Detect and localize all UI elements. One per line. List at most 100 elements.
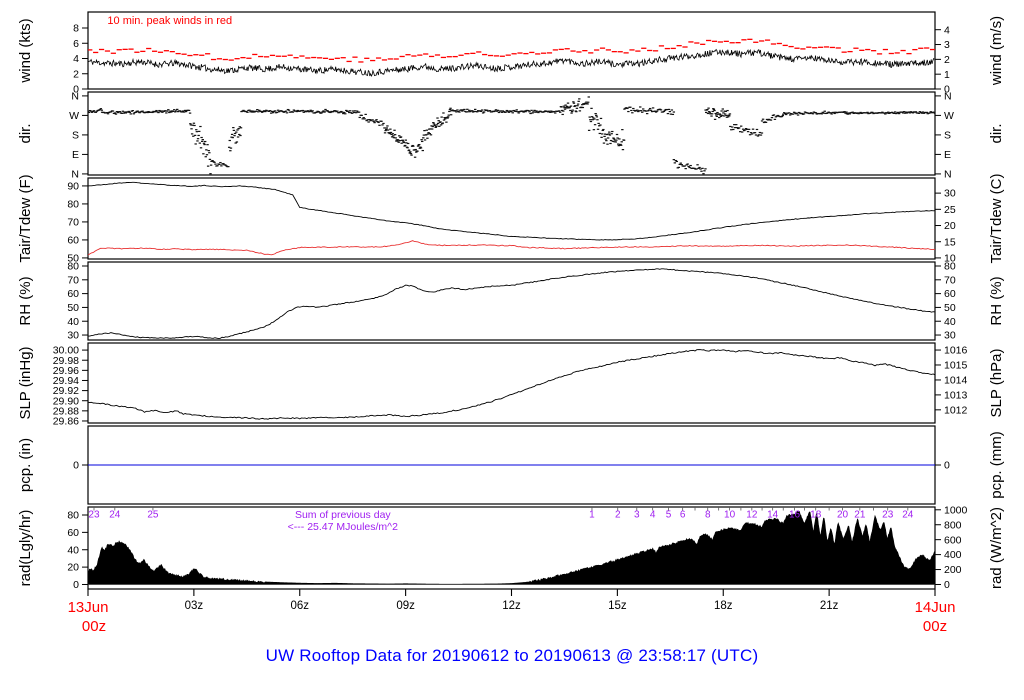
svg-text:4: 4 <box>650 510 656 521</box>
panel-temp-frame <box>87 177 936 260</box>
svg-text:dir.: dir. <box>17 123 34 143</box>
panel-dir: NESWNNESWNdir. dir. <box>17 91 1005 181</box>
svg-text:wind (kts): wind (kts) <box>17 18 34 83</box>
svg-text:Tair/Tdew (C): Tair/Tdew (C) <box>988 173 1005 263</box>
svg-text:6: 6 <box>680 510 686 521</box>
svg-text:10: 10 <box>724 510 736 521</box>
svg-text:21z: 21z <box>820 600 839 612</box>
svg-text:rad(Lgly/hr): rad(Lgly/hr) <box>17 510 34 587</box>
svg-text:E: E <box>72 149 79 161</box>
svg-text:80: 80 <box>67 510 79 522</box>
svg-text:0: 0 <box>73 460 79 472</box>
svg-text:SLP (hPa): SLP (hPa) <box>988 349 1005 418</box>
svg-text:25: 25 <box>147 510 159 521</box>
trace-sea-level-pressure <box>88 349 935 420</box>
svg-text:12z: 12z <box>502 600 521 612</box>
svg-text:8: 8 <box>705 510 711 521</box>
svg-text:80: 80 <box>67 199 79 211</box>
svg-text:Sum of previous day: Sum of previous day <box>295 509 391 521</box>
svg-text:30: 30 <box>944 330 956 342</box>
svg-text:09z: 09z <box>396 600 415 612</box>
meteogram-plot: 0246801234wind (kts) wind (m/s)10 min. pe… <box>17 11 1005 635</box>
svg-text:21: 21 <box>854 510 866 521</box>
trace-solar-radiation <box>88 510 935 585</box>
svg-text:24: 24 <box>109 510 121 521</box>
svg-text:12: 12 <box>746 510 758 521</box>
svg-text:30.00: 30.00 <box>53 345 79 357</box>
svg-text:SLP (inHg): SLP (inHg) <box>17 346 34 419</box>
svg-text:1: 1 <box>944 69 950 81</box>
svg-text:1014: 1014 <box>944 375 968 387</box>
svg-text:50: 50 <box>944 302 956 314</box>
svg-text:24: 24 <box>902 510 914 521</box>
svg-text:N: N <box>944 91 952 103</box>
svg-text:rad (W/m^2): rad (W/m^2) <box>988 507 1005 589</box>
svg-text:20: 20 <box>67 562 79 574</box>
svg-text:S: S <box>944 130 951 142</box>
trace-wind-speed <box>88 48 935 77</box>
svg-text:0: 0 <box>73 579 79 591</box>
svg-text:15z: 15z <box>608 600 627 612</box>
svg-text:30: 30 <box>944 188 956 200</box>
svg-text:1: 1 <box>589 510 595 521</box>
svg-text:20: 20 <box>944 220 956 232</box>
panel-slp-frame <box>87 342 936 424</box>
svg-text:50: 50 <box>67 302 79 314</box>
panel-wind: 0246801234wind (kts) wind (m/s)10 min. pe… <box>17 11 1005 96</box>
svg-text:60: 60 <box>67 527 79 539</box>
svg-text:60: 60 <box>67 288 79 300</box>
svg-text:<--- 25.47 MJoules/m^2: <--- 25.47 MJoules/m^2 <box>288 521 398 533</box>
svg-text:80: 80 <box>944 261 956 273</box>
panel-temp: 50607080901015202530Tair/Tdew (F) Tair/Td… <box>17 173 1005 264</box>
svg-text:N: N <box>71 169 79 181</box>
svg-text:40: 40 <box>944 316 956 328</box>
svg-text:15: 15 <box>944 236 956 248</box>
svg-text:1016: 1016 <box>944 345 968 357</box>
svg-text:2: 2 <box>944 54 950 66</box>
svg-text:0: 0 <box>944 460 950 472</box>
svg-text:8: 8 <box>73 23 79 35</box>
radiation-sum-annotation: Sum of previous day<--- 25.47 MJoules/m^… <box>288 509 398 533</box>
svg-text:60: 60 <box>67 235 79 247</box>
trace-air-temperature <box>88 181 935 241</box>
svg-text:60: 60 <box>944 288 956 300</box>
svg-text:3: 3 <box>944 39 950 51</box>
trace-wind-direction <box>88 96 935 175</box>
svg-text:1012: 1012 <box>944 404 968 416</box>
svg-text:70: 70 <box>67 274 79 286</box>
panel-rh-frame <box>87 261 936 341</box>
svg-text:13Jun: 13Jun <box>68 599 109 616</box>
svg-text:4: 4 <box>944 24 950 36</box>
solar-hour-labels: 23 24 25 1 2 3 4 5 6 8 10 12 14 16 18 20 21 23 24 <box>88 507 914 521</box>
svg-text:40: 40 <box>67 544 79 556</box>
svg-text:00z: 00z <box>82 618 106 635</box>
svg-text:3: 3 <box>634 510 640 521</box>
svg-text:16: 16 <box>789 510 801 521</box>
svg-text:0: 0 <box>944 579 950 591</box>
svg-text:S: S <box>72 130 79 142</box>
svg-text:800: 800 <box>944 519 962 531</box>
svg-text:18: 18 <box>810 510 822 521</box>
svg-text:06z: 06z <box>290 600 309 612</box>
svg-text:RH (%): RH (%) <box>17 276 34 325</box>
trace-dew-point <box>88 240 935 256</box>
svg-text:25: 25 <box>944 204 956 216</box>
panel-rad: 02040608002004006008001000rad(Lgly/hr) ra… <box>17 504 1005 591</box>
svg-text:14: 14 <box>767 510 779 521</box>
panel-rh: 304050607080304050607080RH (%) RH (%) <box>17 261 1005 342</box>
figure-caption: UW Rooftop Data for 20190612 to 20190613… <box>265 646 759 665</box>
panel-pcp: 0 0 pcp. (in) pcp. (mm) <box>17 425 1005 505</box>
svg-text:1015: 1015 <box>944 360 968 372</box>
svg-text:70: 70 <box>944 274 956 286</box>
svg-text:20: 20 <box>837 510 849 521</box>
svg-text:W: W <box>944 110 954 122</box>
svg-text:4: 4 <box>73 53 79 65</box>
trace-ten-min-peak-winds <box>88 38 935 63</box>
svg-text:Tair/Tdew (F): Tair/Tdew (F) <box>17 174 34 262</box>
svg-text:30: 30 <box>67 330 79 342</box>
svg-text:2: 2 <box>73 68 79 80</box>
svg-text:pcp. (in): pcp. (in) <box>17 438 34 492</box>
svg-text:1000: 1000 <box>944 504 968 516</box>
svg-text:2: 2 <box>615 510 621 521</box>
svg-text:N: N <box>944 169 952 181</box>
